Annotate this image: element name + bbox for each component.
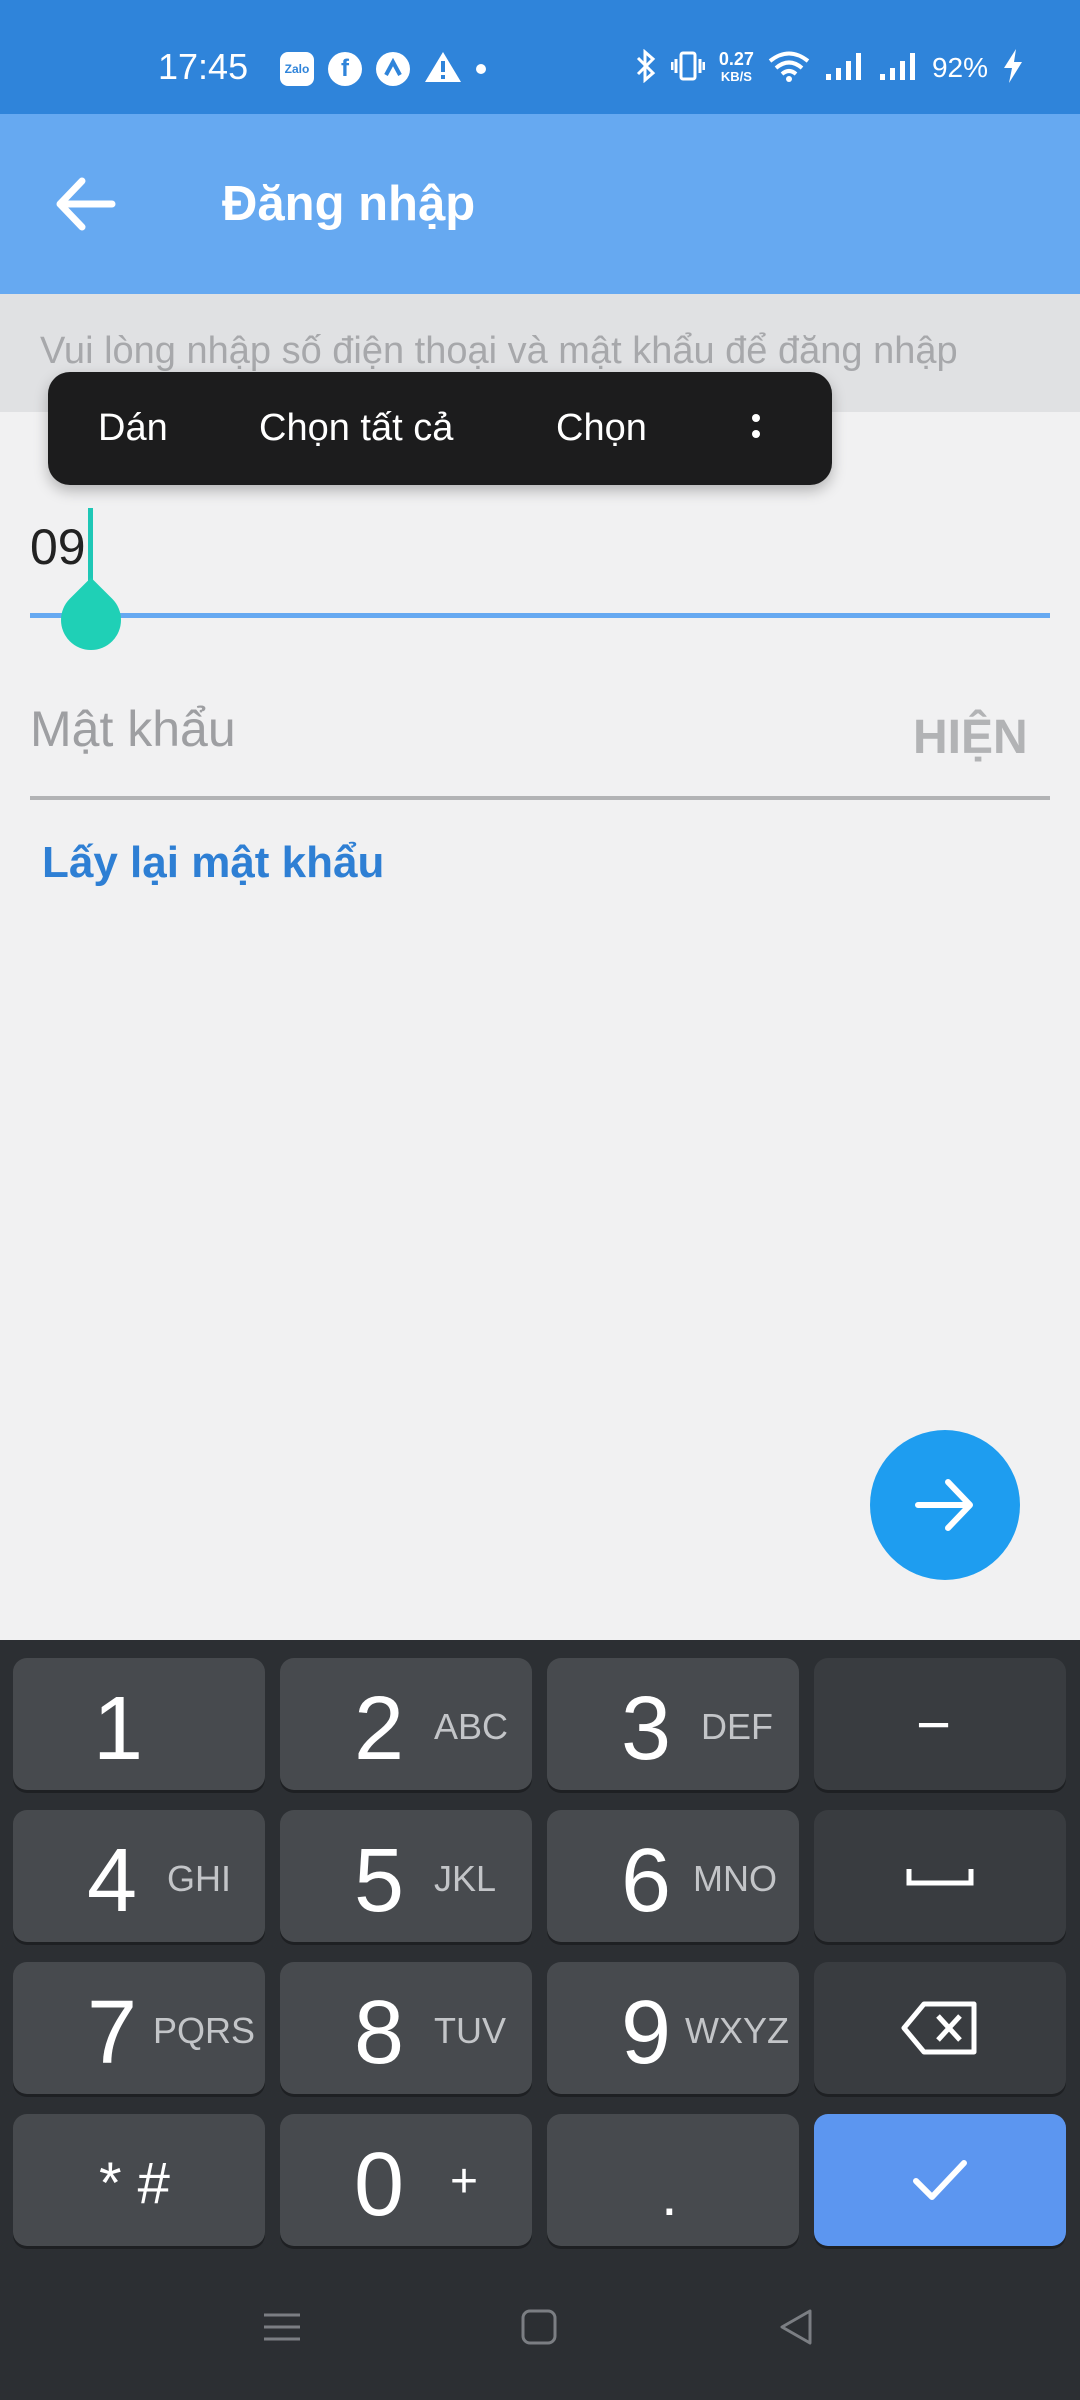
- key-letters: TUV: [434, 2010, 506, 2051]
- key-digit: 7: [87, 1983, 138, 2083]
- key-7[interactable]: 7 PQRS: [13, 1962, 265, 2094]
- key-digit: 2: [354, 1679, 405, 1779]
- key-letters: WXYZ: [685, 2010, 789, 2051]
- arrow-left-icon: [56, 177, 116, 231]
- key-letters: GHI: [167, 1858, 232, 1899]
- key-symbol: −: [916, 1691, 952, 1758]
- key-letters: JKL: [434, 1858, 497, 1899]
- signal-icon: [878, 50, 918, 87]
- key-minus[interactable]: −: [814, 1658, 1066, 1790]
- key-letters: ABC: [434, 1706, 509, 1747]
- key-plus: +: [450, 2155, 479, 2208]
- key-letters: PQRS: [153, 2010, 256, 2051]
- check-icon: [913, 2160, 967, 2200]
- menu-icon[interactable]: [262, 2307, 302, 2352]
- password-underline: [30, 796, 1050, 800]
- key-digit: 4: [87, 1831, 138, 1931]
- key-digit: 6: [621, 1831, 672, 1931]
- key-digit: 8: [354, 1983, 405, 2083]
- key-digit: 0: [354, 2135, 405, 2235]
- vibrate-icon: [670, 49, 706, 88]
- phone-underline: [30, 613, 1050, 618]
- key-2[interactable]: 2 ABC: [280, 1658, 532, 1790]
- key-digit: 1: [93, 1679, 144, 1779]
- key-digit: 3: [621, 1679, 672, 1779]
- key-star-hash[interactable]: * #: [13, 2114, 265, 2246]
- key-5[interactable]: 5 JKL: [280, 1810, 532, 1942]
- zalo-icon: Zalo: [280, 52, 314, 86]
- facebook-icon: f: [328, 52, 362, 86]
- select-menu-item[interactable]: Chọn: [556, 407, 647, 450]
- dot-icon: [476, 64, 486, 74]
- show-password-button[interactable]: HIỆN: [913, 710, 1028, 765]
- phone-input[interactable]: 09: [30, 518, 86, 576]
- key-digit: 5: [354, 1831, 405, 1931]
- select-all-menu-item[interactable]: Chọn tất cả: [259, 407, 453, 450]
- key-symbol: * #: [99, 2151, 170, 2216]
- system-icons: 0.27 KB/S 92%: [635, 44, 1024, 92]
- key-3[interactable]: 3 DEF: [547, 1658, 799, 1790]
- notification-icons: Zalo f: [280, 50, 486, 88]
- more-vertical-icon[interactable]: [746, 408, 766, 452]
- bluetooth-icon: [635, 48, 657, 88]
- instruction-text: Vui lòng nhập số điện thoại và mật khẩu …: [40, 330, 958, 372]
- key-1[interactable]: 1: [13, 1658, 265, 1790]
- key-space[interactable]: [814, 1810, 1066, 1942]
- wifi-icon: [768, 50, 810, 87]
- password-input[interactable]: Mật khẩu: [30, 700, 236, 758]
- space-icon: [906, 1869, 974, 1886]
- next-button[interactable]: [870, 1430, 1020, 1580]
- key-confirm[interactable]: [814, 2114, 1066, 2246]
- key-letters: MNO: [693, 1858, 777, 1899]
- key-backspace[interactable]: [814, 1962, 1066, 2094]
- key-6[interactable]: 6 MNO: [547, 1810, 799, 1942]
- key-9[interactable]: 9 WXYZ: [547, 1962, 799, 2094]
- text-cursor: [88, 508, 93, 584]
- key-letters: DEF: [701, 1706, 773, 1747]
- battery-level: 92%: [931, 52, 988, 83]
- cursor-handle[interactable]: [48, 577, 134, 663]
- status-bar: 17:45 Zalo f 0.27 KB/S 92%: [0, 0, 1080, 114]
- back-button[interactable]: [50, 169, 130, 239]
- key-4[interactable]: 4 GHI: [13, 1810, 265, 1942]
- home-icon[interactable]: [519, 2307, 559, 2352]
- backspace-icon: [901, 2001, 977, 2055]
- key-0[interactable]: 0 +: [280, 2114, 532, 2246]
- page-title: Đăng nhập: [222, 177, 476, 231]
- paste-menu-item[interactable]: Dán: [98, 407, 168, 450]
- network-speed: 0.27 KB/S: [718, 49, 754, 85]
- key-symbol: .: [661, 2161, 678, 2228]
- key-digit: 9: [621, 1983, 672, 2083]
- network-speed-unit: KB/S: [720, 69, 752, 84]
- text-selection-menu: Dán Chọn tất cả Chọn: [48, 372, 832, 485]
- back-icon[interactable]: [776, 2307, 816, 2352]
- key-8[interactable]: 8 TUV: [280, 1962, 532, 2094]
- arrow-up-icon: [376, 52, 410, 86]
- key-dot[interactable]: .: [547, 2114, 799, 2246]
- app-bar: Đăng nhập: [0, 114, 1080, 294]
- warning-icon: [424, 50, 462, 89]
- forgot-password-link[interactable]: Lấy lại mật khẩu: [42, 838, 384, 888]
- status-time: 17:45: [158, 46, 249, 87]
- navigation-bar: [0, 2260, 1080, 2400]
- network-speed-value: 0.27: [718, 49, 754, 69]
- arrow-right-icon: [915, 1479, 973, 1531]
- signal-icon: [824, 50, 864, 87]
- charging-icon: [1002, 48, 1024, 89]
